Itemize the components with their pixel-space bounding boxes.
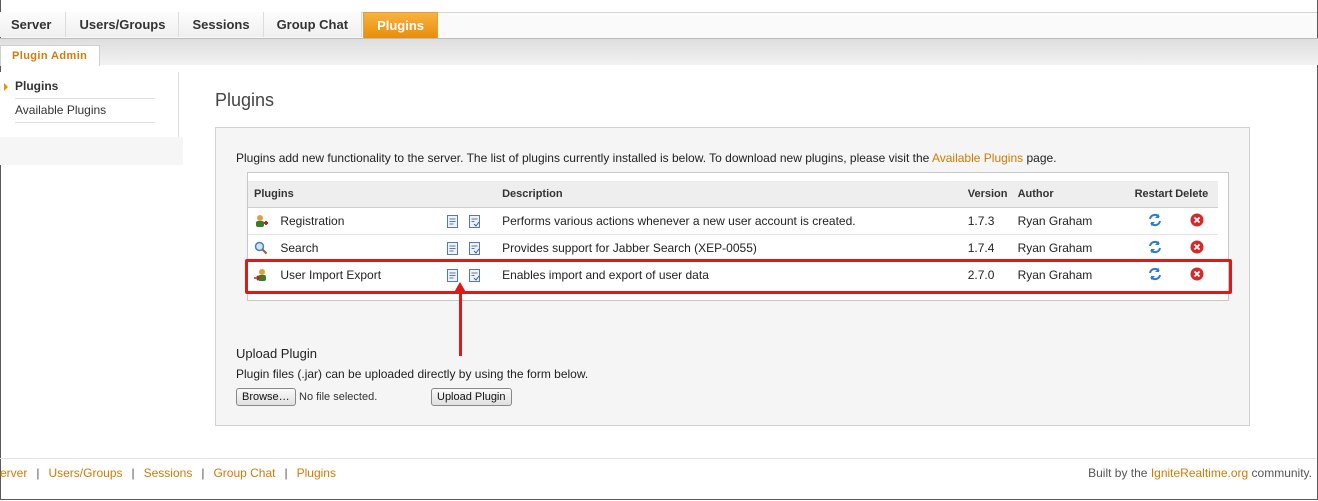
plugin-author: Ryan Graham	[1011, 234, 1135, 262]
footer-link-server[interactable]: erver	[0, 466, 27, 480]
ignite-realtime-link[interactable]: IgniteRealtime.org	[1151, 466, 1248, 480]
tab-server[interactable]: Server	[0, 12, 67, 37]
readme-icon[interactable]	[447, 214, 459, 228]
sidebar-item-available-plugins[interactable]: Available Plugins	[15, 99, 155, 123]
tab-users-groups[interactable]: Users/Groups	[66, 12, 180, 37]
readme-icon[interactable]	[447, 241, 459, 255]
subtab-plugin-admin[interactable]: Plugin Admin	[0, 45, 101, 66]
table-header-row: Plugins Description Version Author Resta…	[248, 181, 1218, 208]
sidebar: Plugins Available Plugins	[0, 72, 179, 138]
plugin-cell: Registration	[248, 207, 497, 235]
plugin-name: Search	[280, 240, 319, 255]
footer-separator: |	[131, 466, 135, 480]
delete-cell	[1175, 234, 1218, 262]
tab-plugins[interactable]: Plugins	[363, 12, 439, 39]
plugin-description: Provides support for Jabber Search (XEP-…	[496, 234, 962, 262]
main-tabs: Server Users/Groups Sessions Group Chat …	[0, 12, 1318, 39]
registration-icon	[256, 215, 268, 228]
available-plugins-link[interactable]: Available Plugins	[932, 151, 1023, 165]
credit-text-after: community.	[1248, 466, 1312, 480]
plugin-name-wrap: Search	[254, 241, 444, 256]
footer-link-plugins[interactable]: Plugins	[297, 466, 336, 480]
search-icon	[254, 242, 268, 255]
restart-cell	[1134, 207, 1176, 235]
header-plugins: Plugins	[248, 181, 497, 208]
footer-link-sessions[interactable]: Sessions	[144, 466, 193, 480]
restart-icon[interactable]	[1148, 240, 1162, 254]
intro-text-after: page.	[1023, 151, 1057, 165]
plugin-version: 1.7.4	[961, 234, 1012, 262]
footer-separator: |	[284, 466, 288, 480]
table-row: Registration Performs various actions wh…	[248, 207, 1218, 235]
restart-cell	[1134, 234, 1176, 262]
upload-plugin-button[interactable]: Upload Plugin	[431, 388, 512, 406]
sidebar-item-label: Plugins	[15, 79, 59, 93]
table-row: Search Provides support for Jabber Searc…	[248, 234, 1218, 262]
header-restart: Restart	[1134, 181, 1176, 208]
delete-icon[interactable]	[1190, 213, 1204, 227]
upload-plugin-description: Plugin files (.jar) can be uploaded dire…	[236, 367, 589, 381]
tab-group-chat[interactable]: Group Chat	[263, 12, 363, 37]
delete-icon[interactable]	[1190, 240, 1204, 254]
sidebar-item-plugins[interactable]: Plugins	[4, 75, 155, 99]
plugin-name-wrap: Registration	[254, 214, 444, 229]
upload-plugin-title: Upload Plugin	[236, 346, 317, 361]
footer-credit: Built by the IgniteRealtime.org communit…	[1088, 466, 1312, 480]
file-status: No file selected.	[299, 391, 378, 403]
plugin-version: 1.7.3	[961, 207, 1012, 235]
plugin-name: Registration	[280, 213, 345, 228]
credit-text-before: Built by the	[1088, 466, 1151, 480]
active-arrow-icon	[4, 83, 8, 91]
footer-separator: |	[201, 466, 205, 480]
annotation-arrow-shaft	[459, 292, 462, 356]
footer-link-users-groups[interactable]: Users/Groups	[48, 466, 122, 480]
delete-cell	[1175, 207, 1218, 235]
plugin-description: Performs various actions whenever a new …	[496, 207, 962, 235]
annotation-arrow-icon	[453, 282, 467, 294]
header-version: Version	[961, 181, 1012, 208]
plugin-author: Ryan Graham	[1011, 207, 1135, 235]
changelog-icon[interactable]	[468, 214, 480, 228]
restart-icon[interactable]	[1148, 213, 1162, 227]
tab-sessions[interactable]: Sessions	[179, 12, 264, 37]
sidebar-footer	[0, 137, 183, 165]
footer-separator: |	[36, 466, 40, 480]
browse-button[interactable]: Browse…	[236, 388, 296, 406]
changelog-icon[interactable]	[468, 241, 480, 255]
footer-divider	[0, 458, 1316, 459]
intro-text: Plugins add new functionality to the ser…	[236, 151, 1057, 165]
intro-text-before: Plugins add new functionality to the ser…	[236, 151, 932, 165]
highlight-box	[245, 259, 1232, 294]
header-author: Author	[1011, 181, 1135, 208]
footer-nav: erver | Users/Groups | Sessions | Group Chat | P…	[0, 466, 336, 480]
header-delete: Delete	[1175, 181, 1218, 208]
footer-link-group-chat[interactable]: Group Chat	[213, 466, 275, 480]
header-description: Description	[496, 181, 962, 208]
page-title: Plugins	[215, 90, 275, 110]
plugin-cell: Search	[248, 234, 497, 262]
sub-nav-bar: Plugin Admin	[0, 38, 1318, 66]
